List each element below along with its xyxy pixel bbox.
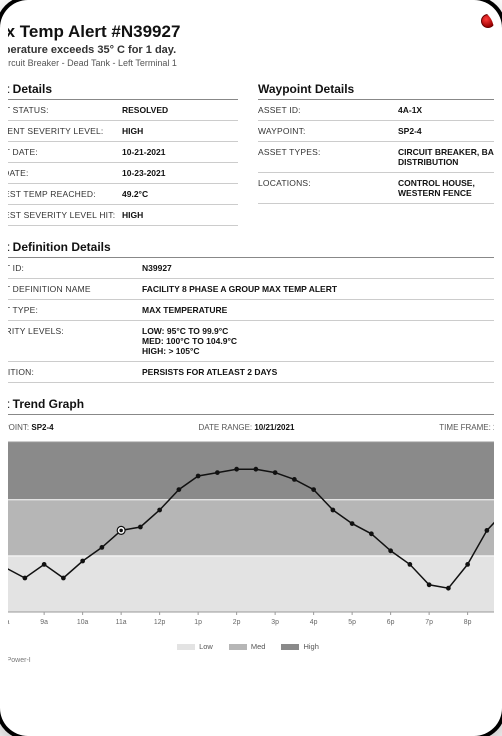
kv-row: ALERT TYPE:MAX TEMPERATURE <box>8 300 494 321</box>
kv-value: 10-23-2021 <box>122 168 238 178</box>
kv-row: WAYPOINT:SP2-4 <box>258 121 494 142</box>
kv-label: END DATE: <box>8 168 122 178</box>
legend-med: Med <box>229 642 266 651</box>
kv-label: CURRENT SEVERITY LEVEL: <box>8 126 122 136</box>
footer-text: © 2022 Power-I <box>8 657 494 664</box>
kv-label: HIGHEST SEVERITY LEVEL HIT: <box>8 210 122 220</box>
report-content: POW Max Temp Alert #N39927 Temperature e… <box>8 8 494 674</box>
trend-waypoint: WAYPOINT: SP2-4 <box>8 423 54 432</box>
trend-chart: 8a9a10a11a12p1p2p3p4p5p6p7p8p9p <box>8 436 494 636</box>
page-title: Max Temp Alert #N39927 <box>8 22 494 42</box>
kv-value: 49.2°C <box>122 189 238 199</box>
page-subtitle-2: SF₆ Circuit Breaker - Dead Tank - Left T… <box>8 58 494 68</box>
svg-text:5p: 5p <box>348 619 356 626</box>
kv-value: FACILITY 8 PHASE A GROUP MAX TEMP ALERT <box>142 284 494 294</box>
logo-circle-icon <box>481 14 494 28</box>
kv-label: ALERT ID: <box>8 263 142 273</box>
svg-text:8a: 8a <box>8 619 10 626</box>
svg-text:12p: 12p <box>154 619 166 626</box>
kv-label: START DATE: <box>8 147 122 157</box>
details-two-col: Alert Details ALERT STATUS:RESOLVEDCURRE… <box>8 68 494 226</box>
kv-value: SP2-4 <box>398 126 494 136</box>
kv-label: HIGHEST TEMP REACHED: <box>8 189 122 199</box>
legend-low: Low <box>177 642 213 651</box>
kv-row: HIGHEST SEVERITY LEVEL HIT:HIGH <box>8 205 238 226</box>
screen: POW Max Temp Alert #N39927 Temperature e… <box>8 8 494 728</box>
svg-text:11a: 11a <box>116 619 127 626</box>
kv-value: 10-21-2021 <box>122 147 238 157</box>
svg-text:3p: 3p <box>271 619 279 626</box>
kv-label: ALERT STATUS: <box>8 105 122 115</box>
svg-text:2p: 2p <box>233 619 241 626</box>
kv-row: ALERT STATUS:RESOLVED <box>8 100 238 121</box>
kv-label: ASSET ID: <box>258 105 398 115</box>
waypoint-details-col: Waypoint Details ASSET ID:4A-1XWAYPOINT:… <box>258 68 494 226</box>
kv-row: START DATE:10-21-2021 <box>8 142 238 163</box>
chart-legend: Low Med High <box>8 642 494 651</box>
kv-label: CONDITION: <box>8 367 142 377</box>
trend-heading: Alert Trend Graph <box>8 397 494 415</box>
kv-row: ALERT ID:N39927 <box>8 258 494 279</box>
legend-high: High <box>281 642 318 651</box>
kv-row: END DATE:10-23-2021 <box>8 163 238 184</box>
definition-details-heading: Alert Definition Details <box>8 240 494 258</box>
device-frame: POW Max Temp Alert #N39927 Temperature e… <box>0 0 502 736</box>
kv-value: N39927 <box>142 263 494 273</box>
alert-details-heading: Alert Details <box>8 82 238 100</box>
kv-label: ASSET TYPES: <box>258 147 398 167</box>
kv-label: WAYPOINT: <box>258 126 398 136</box>
kv-label: ALERT TYPE: <box>8 305 142 315</box>
alert-details-col: Alert Details ALERT STATUS:RESOLVEDCURRE… <box>8 68 238 226</box>
kv-row: SEVERITY LEVELS:LOW: 95°C TO 99.9°CMED: … <box>8 321 494 362</box>
svg-text:9a: 9a <box>40 619 48 626</box>
trend-meta: WAYPOINT: SP2-4 DATE RANGE: 10/21/2021 T… <box>8 423 494 432</box>
page-subtitle: Temperature exceeds 35° C for 1 day. <box>8 44 494 56</box>
kv-value: RESOLVED <box>122 105 238 115</box>
kv-value: CIRCUIT BREAKER, BAR DISTRIBUTION <box>398 147 494 167</box>
svg-text:10a: 10a <box>77 619 89 626</box>
kv-row: HIGHEST TEMP REACHED:49.2°C <box>8 184 238 205</box>
kv-label: ALERT DEFINITION NAME <box>8 284 142 294</box>
kv-row: CONDITION:PERSISTS FOR ATLEAST 2 DAYS <box>8 362 494 383</box>
waypoint-details-heading: Waypoint Details <box>258 82 494 100</box>
kv-row: LOCATIONS:CONTROL HOUSE, WESTERN FENCE <box>258 173 494 204</box>
kv-row: ALERT DEFINITION NAMEFACILITY 8 PHASE A … <box>8 279 494 300</box>
kv-value: HIGH <box>122 126 238 136</box>
svg-text:1p: 1p <box>194 619 202 626</box>
kv-value: CONTROL HOUSE, WESTERN FENCE <box>398 178 494 198</box>
kv-row: ASSET ID:4A-1X <box>258 100 494 121</box>
trend-daterange: DATE RANGE: 10/21/2021 <box>198 423 294 432</box>
svg-text:6p: 6p <box>387 619 395 626</box>
kv-value: LOW: 95°C TO 99.9°CMED: 100°C TO 104.9°C… <box>142 326 494 356</box>
kv-value: MAX TEMPERATURE <box>142 305 494 315</box>
svg-text:7p: 7p <box>425 619 433 626</box>
svg-text:8p: 8p <box>464 619 472 626</box>
svg-text:4p: 4p <box>310 619 318 626</box>
brand-logo: POW <box>481 14 494 28</box>
kv-value: HIGH <box>122 210 238 220</box>
kv-row: ASSET TYPES:CIRCUIT BREAKER, BAR DISTRIB… <box>258 142 494 173</box>
kv-value: PERSISTS FOR ATLEAST 2 DAYS <box>142 367 494 377</box>
trend-timeframe: TIME FRAME: 12 H <box>439 423 494 432</box>
kv-row: CURRENT SEVERITY LEVEL:HIGH <box>8 121 238 142</box>
kv-label: SEVERITY LEVELS: <box>8 326 142 356</box>
kv-value: 4A-1X <box>398 105 494 115</box>
kv-label: LOCATIONS: <box>258 178 398 198</box>
